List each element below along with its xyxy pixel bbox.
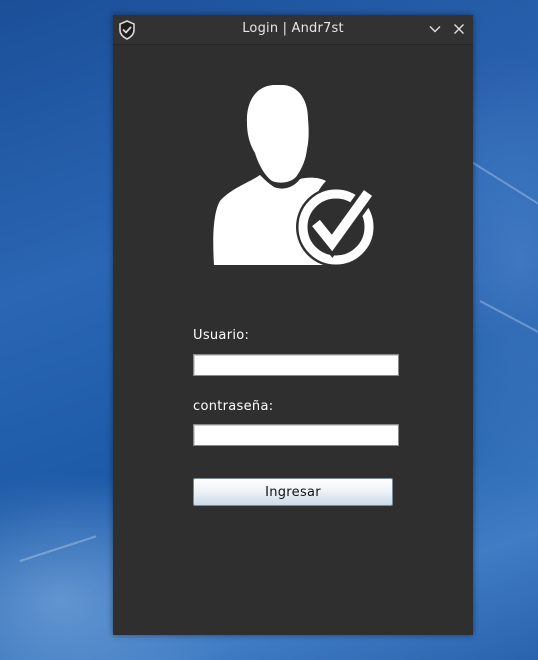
username-label: Usuario: <box>193 328 250 343</box>
password-input[interactable] <box>193 424 399 446</box>
close-icon[interactable] <box>452 22 466 36</box>
wallpaper-streak <box>469 160 538 210</box>
window-title: Login | Andr7st <box>242 21 344 36</box>
login-button[interactable]: Ingresar <box>193 478 393 506</box>
chevron-down-icon[interactable] <box>428 22 442 36</box>
wallpaper-streak <box>479 300 538 335</box>
password-label: contraseña: <box>193 399 274 414</box>
user-verified-icon <box>213 85 376 267</box>
username-input[interactable] <box>193 354 399 376</box>
title-bar[interactable]: Login | Andr7st <box>113 15 473 45</box>
wallpaper-streak <box>19 535 97 562</box>
login-window: Login | Andr7st Usuario: contraseña: Ing… <box>113 15 473 635</box>
